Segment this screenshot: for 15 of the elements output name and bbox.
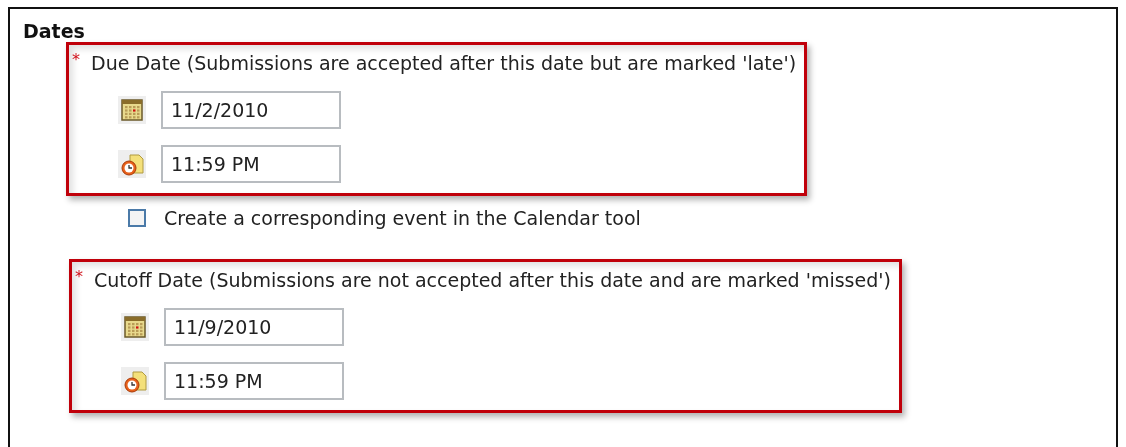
calendar-icon[interactable] <box>120 312 150 342</box>
required-mark: * <box>72 51 81 69</box>
calendar-icon[interactable] <box>117 95 147 125</box>
section-title: Dates <box>23 21 86 41</box>
clock-icon[interactable] <box>120 366 150 396</box>
checkbox-label: Create a corresponding event in the Calendar tool <box>164 207 641 229</box>
checkbox[interactable] <box>128 209 146 227</box>
time-field[interactable]: 11:59 PM <box>164 362 344 400</box>
clock-icon[interactable] <box>117 149 147 179</box>
field-label: Due Date (Submissions are accepted after this date but are marked 'late') <box>91 51 797 75</box>
required-mark: * <box>75 268 84 286</box>
date-field[interactable]: 11/9/2010 <box>164 308 344 346</box>
date-field[interactable]: 11/2/2010 <box>161 91 341 129</box>
field-label: Cutoff Date (Submissions are not accepted after this date and are marked 'missed') <box>94 268 891 292</box>
time-field[interactable]: 11:59 PM <box>161 145 341 183</box>
